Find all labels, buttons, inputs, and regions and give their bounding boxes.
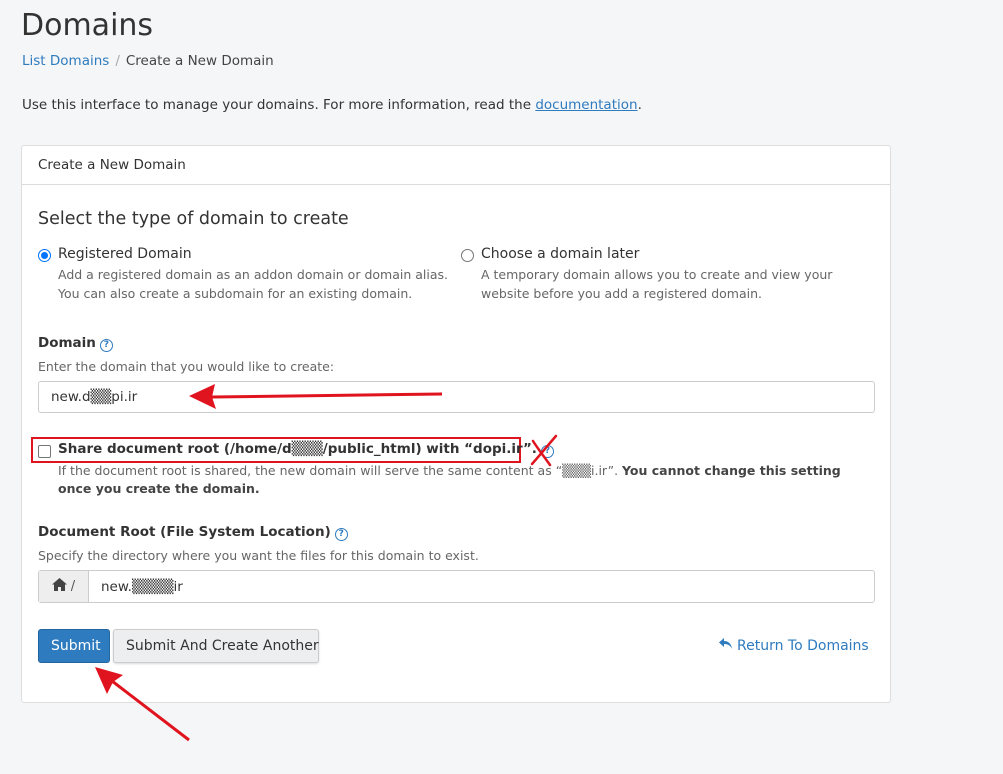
page-title: Domains [21, 8, 154, 43]
choose-later-radio[interactable] [461, 249, 474, 262]
submit-button[interactable]: Submit [38, 629, 110, 663]
return-to-domains-text[interactable]: Return To Domains [737, 638, 869, 654]
share-document-root-description: If the document root is shared, the new … [58, 462, 868, 498]
create-domain-panel: Create a New Domain Select the type of d… [21, 145, 891, 703]
breadcrumb-separator: / [115, 53, 120, 69]
question-circle-icon[interactable]: ? [334, 528, 348, 541]
panel-heading: Create a New Domain [22, 146, 890, 185]
document-root-hint: Specify the directory where you want the… [38, 548, 479, 563]
domain-hint: Enter the domain that you would like to … [38, 359, 335, 374]
share-document-root-label[interactable]: Share document root (/home/d▒▒▒/public_h… [58, 441, 554, 458]
registered-domain-label[interactable]: Registered Domain [58, 246, 192, 262]
registered-domain-radio[interactable] [38, 249, 51, 262]
question-circle-icon[interactable]: ? [99, 339, 113, 352]
domain-label: Domain? [38, 335, 113, 352]
question-circle-icon[interactable]: ? [540, 445, 554, 458]
document-root-input[interactable]: new.▒▒▒▒ir [89, 571, 195, 602]
intro-end: . [637, 97, 642, 113]
undo-arrow-icon [719, 638, 733, 654]
choose-later-label[interactable]: Choose a domain later [481, 246, 639, 262]
intro-paragraph: Use this interface to manage your domain… [22, 97, 642, 113]
home-icon [51, 578, 67, 595]
registered-domain-description: Add a registered domain as an addon doma… [58, 267, 448, 301]
breadcrumb: List Domains / Create a New Domain [22, 53, 274, 69]
domain-input[interactable]: new.d▒▒pi.ir [38, 381, 875, 413]
document-root-label: Document Root (File System Location)? [38, 524, 348, 541]
documentation-link[interactable]: documentation [535, 97, 637, 113]
return-to-domains-link[interactable]: Return To Domains [719, 638, 869, 654]
submit-and-create-another-button[interactable]: Submit And Create Another [113, 629, 319, 663]
share-document-root-label-text[interactable]: Share document root (/home/d▒▒▒/public_h… [58, 441, 537, 457]
domain-label-text: Domain [38, 335, 96, 351]
document-root-label-text: Document Root (File System Location) [38, 524, 331, 540]
document-root-prefix: / [39, 571, 89, 602]
document-root-input-group: / new.▒▒▒▒ir [38, 570, 875, 603]
share-description-text: If the document root is shared, the new … [58, 463, 619, 478]
section-title: Select the type of domain to create [38, 209, 349, 229]
intro-text: Use this interface to manage your domain… [22, 97, 536, 113]
breadcrumb-current: Create a New Domain [125, 53, 274, 69]
choose-later-description: A temporary domain allows you to create … [481, 267, 833, 301]
share-document-root-checkbox[interactable] [38, 445, 51, 458]
breadcrumb-list-domains-link[interactable]: List Domains [22, 53, 109, 69]
document-root-prefix-text: / [70, 579, 76, 594]
